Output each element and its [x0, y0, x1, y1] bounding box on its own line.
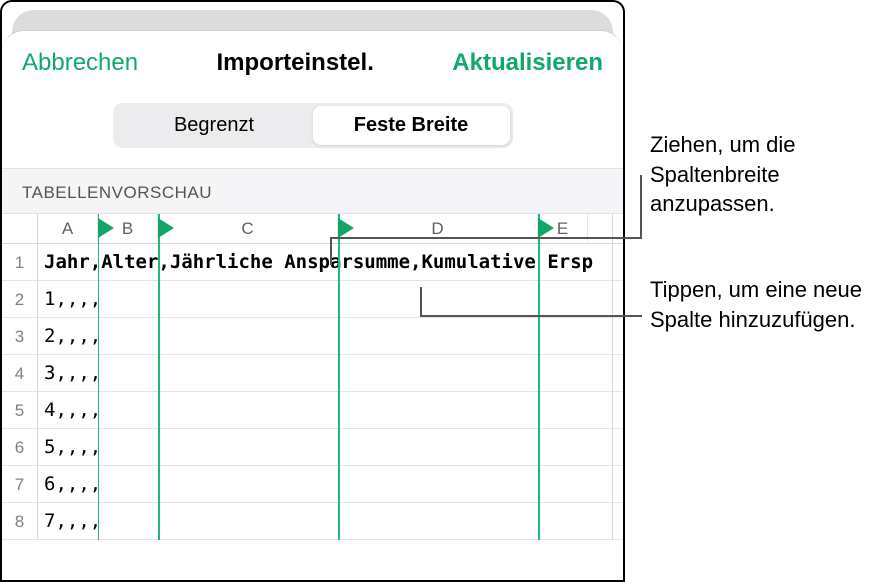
table-row: 87,,,,: [2, 503, 623, 540]
row-number: 3: [2, 318, 38, 354]
column-width-handle-icon[interactable]: [98, 218, 114, 238]
column-header-c[interactable]: C: [158, 214, 338, 243]
table-row: 21,,,,: [2, 281, 623, 318]
row-content: 2,,,,: [38, 318, 623, 354]
row-content: 3,,,,: [38, 355, 623, 391]
callout-line: [640, 175, 642, 239]
confirm-button[interactable]: Aktualisieren: [452, 49, 603, 77]
row-content: 5,,,,: [38, 429, 623, 465]
table-row: 1Jahr,Alter,Jährliche Ansparsumme,Kumula…: [2, 244, 623, 281]
row-number-gutter-header: [2, 214, 38, 243]
callout-line: [420, 287, 422, 315]
column-header-a[interactable]: A: [38, 214, 98, 243]
preview-section-header: TABELLENVORSCHAU: [2, 168, 623, 214]
callout-line: [330, 237, 640, 239]
cancel-button[interactable]: Abbrechen: [22, 49, 138, 77]
row-content: 7,,,,: [38, 503, 623, 539]
table-row: 76,,,,: [2, 466, 623, 503]
column-width-handle-icon[interactable]: [338, 218, 354, 238]
annotation-tap: Tippen, um eine neue Spalte hinzuzufügen…: [650, 275, 870, 334]
callout-line: [330, 237, 332, 265]
table-row: 65,,,,: [2, 429, 623, 466]
table-row: 32,,,,: [2, 318, 623, 355]
column-width-handle-icon[interactable]: [158, 218, 174, 238]
row-content: 6,,,,: [38, 466, 623, 502]
row-content: 1,,,,: [38, 281, 623, 317]
row-number: 4: [2, 355, 38, 391]
column-header-row[interactable]: ABCDE: [2, 214, 623, 244]
row-number: 5: [2, 392, 38, 428]
row-number: 7: [2, 466, 38, 502]
annotation-drag: Ziehen, um die Spaltenbreite anzupassen.: [650, 130, 870, 219]
table-row: 43,,,,: [2, 355, 623, 392]
row-number: 6: [2, 429, 38, 465]
import-settings-sheet: Abbrechen Importeinstel. Aktualisieren B…: [2, 30, 623, 580]
sheet-title: Importeinstel.: [217, 49, 374, 77]
column-width-handle-icon[interactable]: [538, 218, 554, 238]
table-row: 54,,,,: [2, 392, 623, 429]
preview-rows: 1Jahr,Alter,Jährliche Ansparsumme,Kumula…: [2, 244, 623, 540]
callout-line: [420, 315, 642, 317]
table-preview: ABCDE 1Jahr,Alter,Jährliche Ansparsumme,…: [2, 214, 623, 540]
row-number: 2: [2, 281, 38, 317]
row-content: 4,,,,: [38, 392, 623, 428]
row-number: 8: [2, 503, 38, 539]
row-number: 1: [2, 244, 38, 280]
nav-bar: Abbrechen Importeinstel. Aktualisieren: [2, 31, 623, 95]
seg-fixed-width[interactable]: Feste Breite: [313, 106, 510, 145]
app-sheet: Abbrechen Importeinstel. Aktualisieren B…: [0, 0, 625, 582]
segmented-control: Begrenzt Feste Breite: [113, 103, 513, 148]
seg-delimited[interactable]: Begrenzt: [116, 106, 313, 145]
